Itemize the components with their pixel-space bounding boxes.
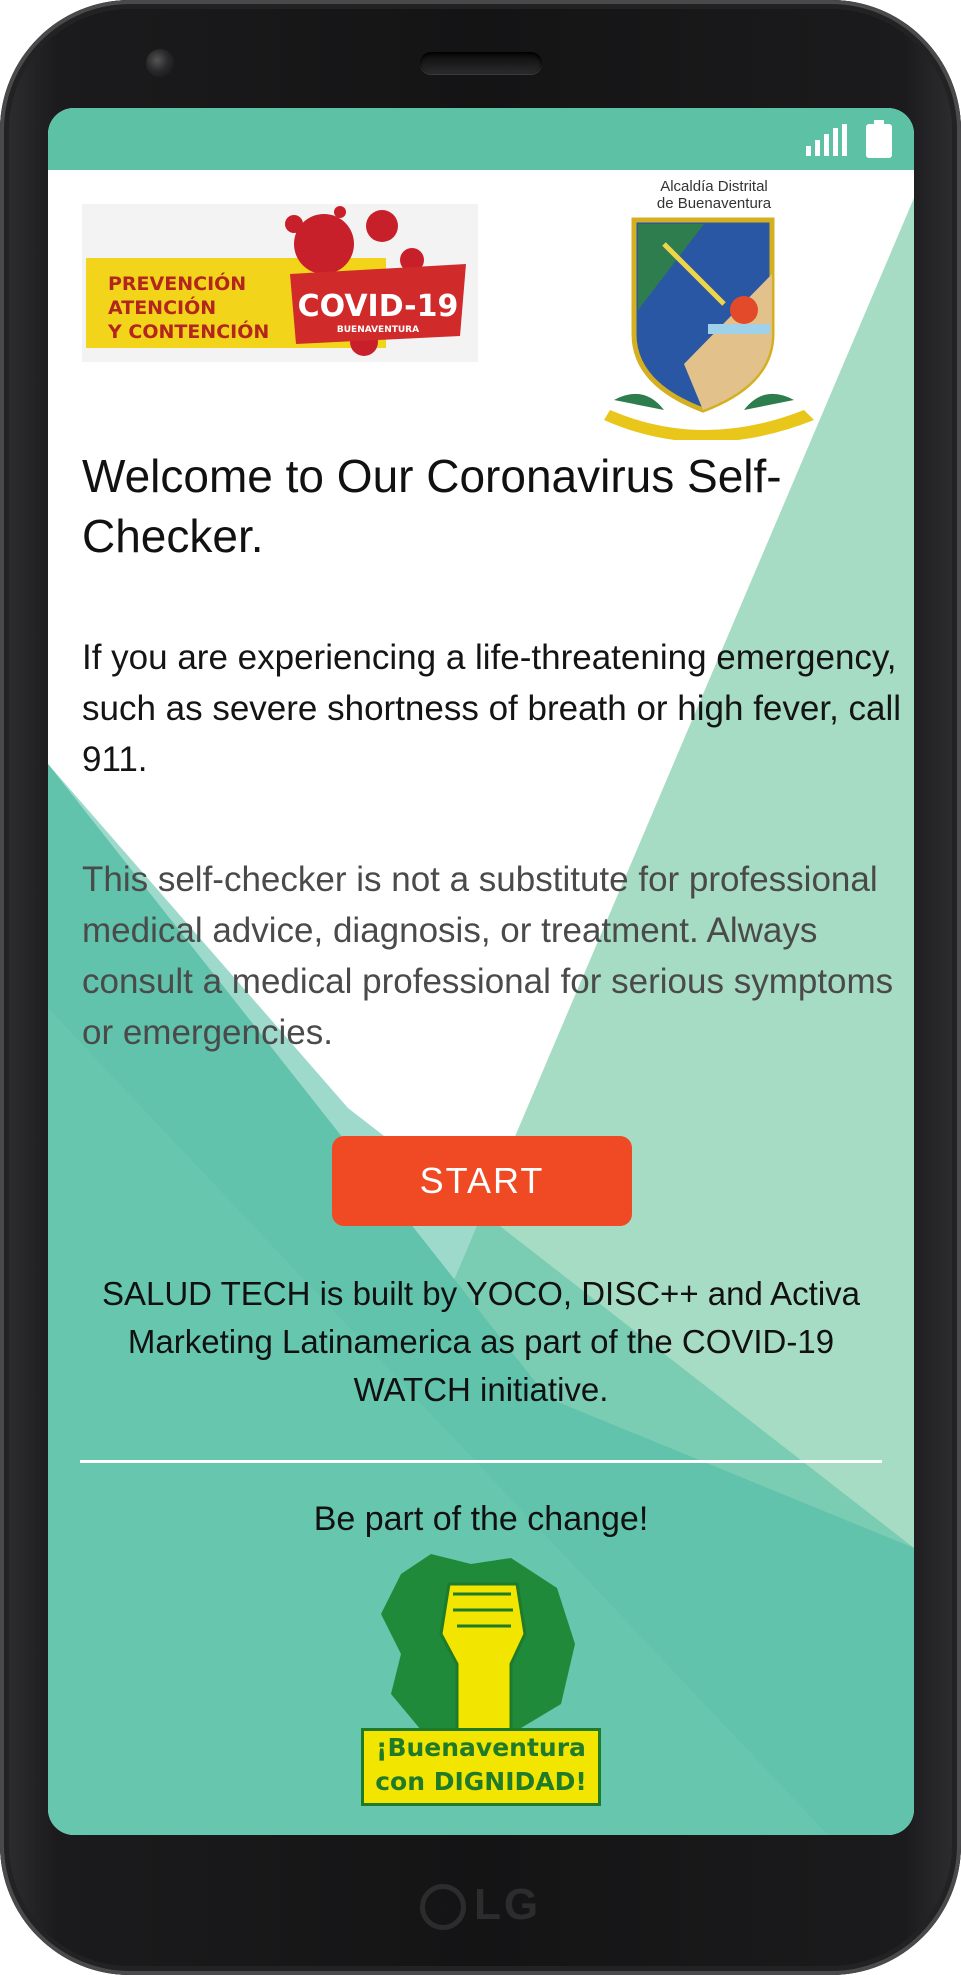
front-camera <box>146 49 174 77</box>
dignidad-line2: con DIGNIDAD! <box>375 1767 587 1796</box>
dignidad-line1: ¡Buenaventura <box>376 1733 586 1762</box>
battery-icon <box>866 120 892 158</box>
covid-campaign-logo: PREVENCIÓN ATENCIÓN Y CONTENCIÓN COVID-1… <box>82 204 478 362</box>
alcaldia-name: Alcaldía Distrital de Buenaventura <box>604 178 824 212</box>
alcaldia-name-line2: de Buenaventura <box>656 195 772 212</box>
dignidad-banner: ¡Buenaventura con DIGNIDAD! <box>361 1728 601 1806</box>
app-screen: PREVENCIÓN ATENCIÓN Y CONTENCIÓN COVID-1… <box>48 108 914 1835</box>
emergency-notice: If you are experiencing a life-threateni… <box>82 638 902 779</box>
earpiece-speaker <box>420 52 542 74</box>
covid-badge-text: COVID-19 <box>298 289 459 324</box>
covid-logo-line2: ATENCIÓN <box>108 295 216 319</box>
phone-frame: PREVENCIÓN ATENCIÓN Y CONTENCIÓN COVID-1… <box>0 0 961 1975</box>
dignidad-logo: ¡Buenaventura con DIGNIDAD! <box>361 1554 601 1814</box>
credits-text: SALUD TECH is built by YOCO, DISC++ and … <box>101 1275 861 1408</box>
alcaldia-logo: Alcaldía Distrital de Buenaventura <box>604 178 824 440</box>
start-button[interactable]: START <box>332 1136 632 1226</box>
main-content: PREVENCIÓN ATENCIÓN Y CONTENCIÓN COVID-1… <box>48 108 914 1835</box>
covid-badge-subtext: BUENAVENTURA <box>337 325 419 335</box>
covid-logo-line1: PREVENCIÓN <box>108 271 246 295</box>
device-brand-text: LG <box>473 1880 542 1929</box>
call-to-action-text: Be part of the change! <box>313 1500 649 1538</box>
divider <box>80 1460 882 1463</box>
device-brand-logo: LG <box>0 1880 961 1931</box>
lg-logo-icon <box>419 1884 466 1931</box>
status-bar <box>48 108 914 170</box>
page-title: Welcome to Our Coronavirus Self-Checker. <box>82 450 782 562</box>
raised-fist-icon <box>381 1554 575 1734</box>
alcaldia-name-line1: Alcaldía Distrital <box>660 178 768 195</box>
signal-icon <box>806 124 847 156</box>
covid-logo-line3: Y CONTENCIÓN <box>107 319 269 343</box>
disclaimer-text: This self-checker is not a substitute fo… <box>82 860 894 1052</box>
coat-of-arms-icon <box>604 217 814 440</box>
